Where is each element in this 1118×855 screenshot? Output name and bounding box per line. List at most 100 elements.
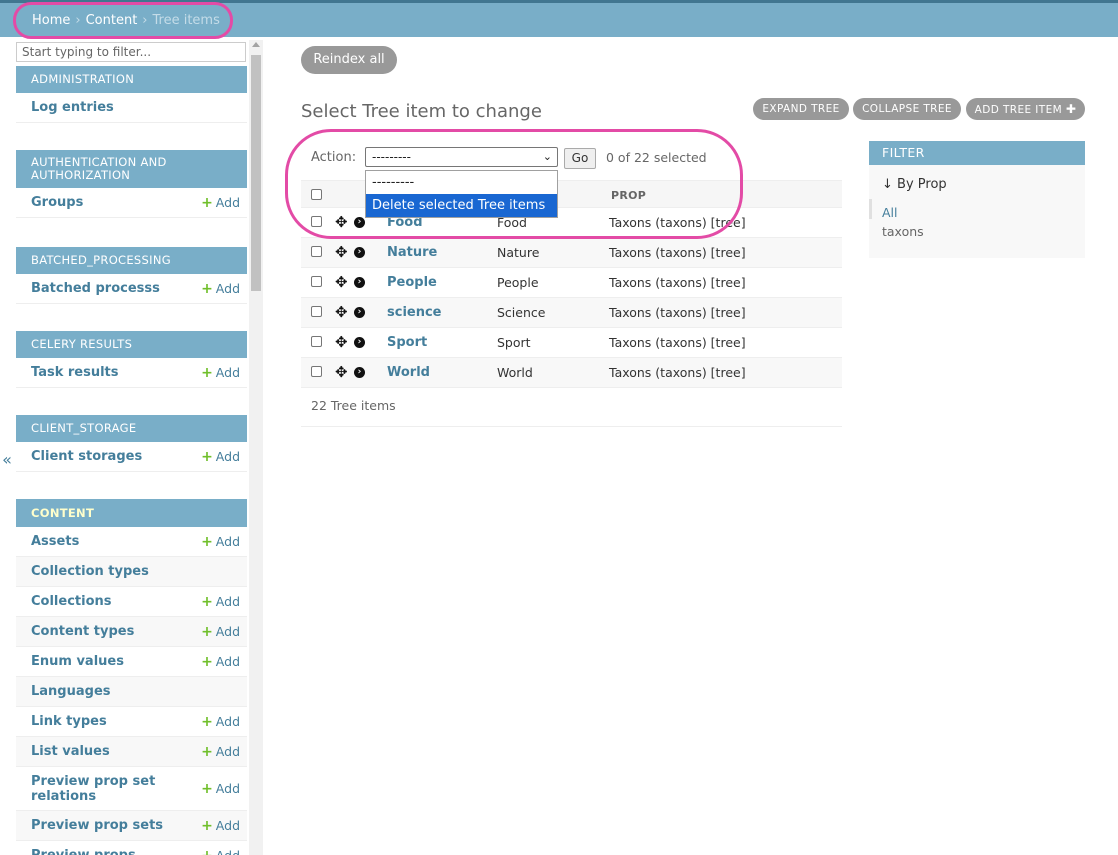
expand-tree-button[interactable]: EXPAND TREE (753, 98, 849, 120)
sidebar-item-label[interactable]: Preview prop set relations (31, 774, 161, 804)
row-name-link[interactable]: People (387, 275, 437, 290)
sidebar-add-link[interactable]: +Add (201, 654, 240, 670)
row-name-link[interactable]: World (387, 365, 430, 380)
sidebar-item-label[interactable]: Content types (31, 624, 134, 639)
sidebar-scrollbar-thumb[interactable] (251, 55, 261, 291)
sidebar-item-label[interactable]: List values (31, 744, 110, 759)
sidebar-item-batched-processs[interactable]: Batched processs + Add (16, 274, 247, 304)
sidebar-add-link[interactable]: +Add (201, 195, 240, 211)
sidebar-add-link[interactable]: +Add (201, 714, 240, 730)
row-title: People (497, 275, 539, 290)
sidebar-item-languages[interactable]: Languages (16, 677, 247, 707)
row-checkbox[interactable] (311, 276, 322, 287)
move-icon[interactable]: ✥ (335, 275, 348, 290)
add-link-label: Add (215, 780, 240, 796)
sidebar-item-list-values[interactable]: List values + Add (16, 737, 247, 767)
add-link-label: Add (215, 713, 240, 729)
row-checkbox[interactable] (311, 366, 322, 377)
sidebar-item-groups[interactable]: Groups + Add (16, 188, 247, 218)
sidebar-add-link[interactable]: +Add (201, 781, 240, 797)
add-link-label: Add (215, 448, 240, 464)
sidebar: Administration Log entries Authentication … (0, 37, 265, 855)
move-icon[interactable]: ✥ (335, 365, 348, 380)
breadcrumb-highlight (13, 2, 233, 39)
row-name-link[interactable]: Sport (387, 335, 427, 350)
sidebar-item-preview-prop-set-relations[interactable]: Preview prop set relations + Add (16, 767, 247, 811)
sidebar-item-label[interactable]: Assets (31, 534, 79, 549)
sidebar-collapse-toggle[interactable]: « (0, 450, 14, 469)
scroll-up-arrow-icon[interactable] (252, 42, 260, 47)
move-icon[interactable]: ✥ (335, 335, 348, 350)
sidebar-item-collections[interactable]: Collections + Add (16, 587, 247, 617)
sidebar-add-link[interactable]: +Add (201, 449, 240, 465)
sidebar-item-content-types[interactable]: Content types + Add (16, 617, 247, 647)
sidebar-item-label[interactable]: Collection types (31, 564, 149, 579)
chevron-right-circle-icon[interactable]: › (354, 337, 365, 348)
row-name-link[interactable]: Nature (387, 245, 437, 260)
plus-icon: + (201, 448, 213, 465)
reindex-all-button[interactable]: Reindex all (301, 46, 397, 74)
sidebar-item-enum-values[interactable]: Enum values + Add (16, 647, 247, 677)
filter-header: FILTER (869, 141, 1085, 165)
move-icon[interactable]: ✥ (335, 245, 348, 260)
row-checkbox[interactable] (311, 246, 322, 257)
sidebar-add-link[interactable]: +Add (201, 848, 240, 855)
sidebar-add-link[interactable]: +Add (201, 624, 240, 640)
sidebar-item-client-storages[interactable]: Client storages + Add (16, 442, 247, 472)
sidebar-add-link[interactable]: +Add (201, 818, 240, 834)
sidebar-add-link[interactable]: +Add (201, 534, 240, 550)
row-checkbox[interactable] (311, 306, 322, 317)
sidebar-module-caption[interactable]: Content (16, 499, 247, 527)
chevron-right-circle-icon[interactable]: › (354, 277, 365, 288)
filter-panel: FILTER ↓ By Prop All taxons (869, 141, 1085, 258)
action-option-delete-selected[interactable]: Delete selected Tree items (366, 194, 557, 217)
move-icon[interactable]: ✥ (335, 305, 348, 320)
row-checkbox[interactable] (311, 336, 322, 347)
sidebar-item-link-types[interactable]: Link types + Add (16, 707, 247, 737)
sidebar-item-label[interactable]: Enum values (31, 654, 124, 669)
sidebar-add-link[interactable]: +Add (201, 365, 240, 381)
chevron-right-circle-icon[interactable]: › (354, 367, 365, 378)
sidebar-filter-input[interactable] (16, 42, 246, 62)
sidebar-item-label[interactable]: Groups (31, 195, 83, 210)
sidebar-item-label[interactable]: Log entries (31, 100, 114, 115)
action-dropdown-list: --------- Delete selected Tree items (365, 170, 558, 218)
sidebar-item-label[interactable]: Batched processs (31, 281, 160, 296)
sidebar-add-link[interactable]: +Add (201, 594, 240, 610)
table-row: ✥ › Nature Nature Taxons (taxons) [tree] (301, 238, 842, 268)
add-tree-item-button[interactable]: ADD TREE ITEM ✚ (966, 98, 1085, 120)
sidebar-item-label[interactable]: Task results (31, 365, 119, 380)
sidebar-item-label[interactable]: Client storages (31, 449, 142, 464)
collapse-tree-button[interactable]: COLLAPSE TREE (853, 98, 961, 120)
plus-icon: + (201, 280, 213, 297)
sidebar-item-collection-types[interactable]: Collection types (16, 557, 247, 587)
row-prop: Taxons (taxons) [tree] (609, 275, 746, 290)
action-option-blank[interactable]: --------- (366, 171, 557, 194)
sidebar-module-caption[interactable]: Authentication and Authorization (16, 150, 247, 188)
sidebar-item-assets[interactable]: Assets + Add (16, 527, 247, 557)
sidebar-item-label[interactable]: Languages (31, 684, 111, 699)
sidebar-add-link[interactable]: +Add (201, 281, 240, 297)
table-row: ✥ › science Science Taxons (taxons) [tree] (301, 298, 842, 328)
filter-option-all[interactable]: All (882, 205, 898, 220)
sidebar-item-log-entries[interactable]: Log entries (16, 93, 247, 123)
sidebar-item-preview-prop-sets[interactable]: Preview prop sets + Add (16, 811, 247, 841)
sidebar-add-link[interactable]: +Add (201, 744, 240, 760)
sidebar-item-label[interactable]: Preview prop sets (31, 818, 163, 833)
sidebar-item-task-results[interactable]: Task results + Add (16, 358, 247, 388)
chevron-right-circle-icon[interactable]: › (354, 247, 365, 258)
row-title: Sport (497, 335, 531, 350)
sidebar-item-label[interactable]: Collections (31, 594, 112, 609)
sidebar-item-label[interactable]: Preview props (31, 848, 136, 855)
chevron-right-circle-icon[interactable]: › (354, 307, 365, 318)
sidebar-item-preview-props[interactable]: Preview props +Add (16, 841, 247, 855)
filter-option-taxons[interactable]: taxons (882, 224, 924, 239)
sidebar-module-caption[interactable]: Batched_processing (16, 247, 247, 274)
sidebar-item-label[interactable]: Link types (31, 714, 107, 729)
sidebar-module-caption[interactable]: Client_storage (16, 415, 247, 442)
table-row: ✥ › World World Taxons (taxons) [tree] (301, 358, 842, 388)
sidebar-module-caption[interactable]: Celery Results (16, 331, 247, 358)
sidebar-module-caption[interactable]: Administration (16, 66, 247, 93)
row-name-link[interactable]: science (387, 305, 442, 320)
plus-icon: + (201, 653, 213, 670)
